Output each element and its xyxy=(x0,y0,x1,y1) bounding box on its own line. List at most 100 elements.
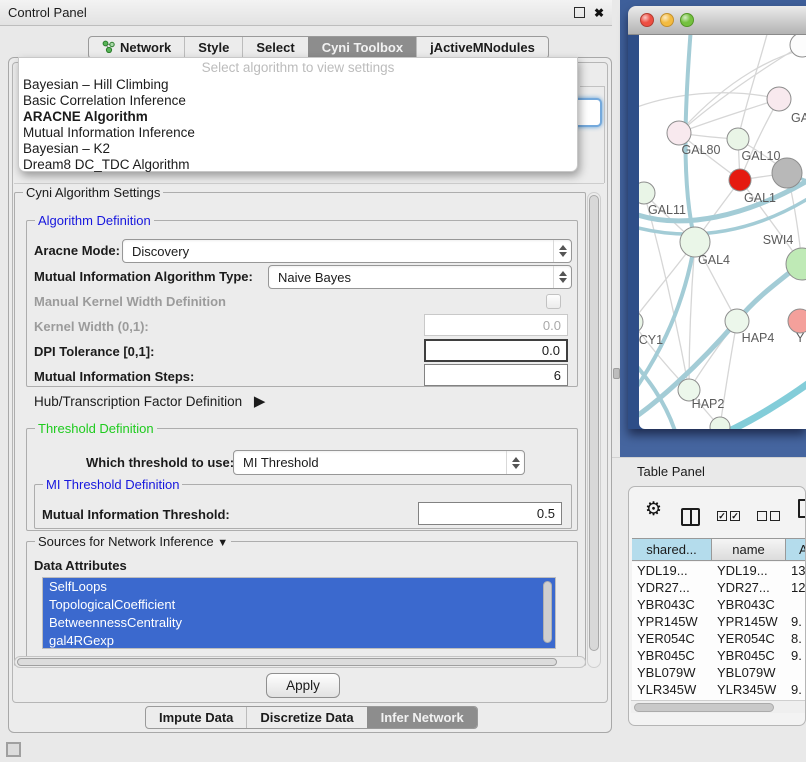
tab-style[interactable]: Style xyxy=(184,37,242,58)
node-label-hap4: HAP4 xyxy=(742,331,775,345)
algorithm-option-mutual-information-inference[interactable]: Mutual Information Inference xyxy=(19,125,577,141)
split-pane-divider-handle[interactable] xyxy=(613,368,620,379)
mi-algorithm-type-value: Naive Bayes xyxy=(278,270,351,285)
apply-button[interactable]: Apply xyxy=(266,673,340,698)
table-row[interactable]: YLR345WYLR345W9. xyxy=(632,681,806,698)
settings-vertical-scrollbar[interactable] xyxy=(587,192,601,668)
tab-label: Discretize Data xyxy=(260,710,353,725)
algorithm-list: Bayesian – Hill ClimbingBasic Correlatio… xyxy=(19,77,577,173)
close-button[interactable] xyxy=(640,13,654,27)
mi-steps-label: Mutual Information Steps: xyxy=(34,369,194,385)
hub-definition-toggle[interactable]: Hub/Transcription Factor Definition ▶ xyxy=(34,394,265,410)
table-cell: 9. xyxy=(786,681,806,698)
deselect-all-checkbox-icon[interactable] xyxy=(770,511,780,521)
tab-jactivemnodules[interactable]: jActiveMNodules xyxy=(416,37,548,58)
node-gal10[interactable] xyxy=(727,128,749,150)
attribute-item-betweennesscentrality[interactable]: BetweennessCentrality xyxy=(43,614,555,632)
network-window-titlebar[interactable] xyxy=(628,6,806,35)
attributes-scrollbar[interactable] xyxy=(543,581,552,643)
close-icon[interactable]: ✖ xyxy=(594,7,604,19)
node-label-y: Y xyxy=(796,331,805,345)
cyni-algorithm-settings-label: Cyni Algorithm Settings xyxy=(23,185,163,200)
table-header: shared...nameA xyxy=(632,538,806,561)
data-attributes-list[interactable]: SelfLoopsTopologicalCoefficientBetweenne… xyxy=(42,577,556,649)
algorithm-option-basic-correlation-inference[interactable]: Basic Correlation Inference xyxy=(19,93,577,109)
manual-kernel-width-checkbox[interactable] xyxy=(546,294,561,309)
control-panel-titlebar: Control Panel ✖ xyxy=(0,0,612,26)
tab-infer-network[interactable]: Infer Network xyxy=(367,707,477,728)
tab-cyni-toolbox[interactable]: Cyni Toolbox xyxy=(308,37,416,58)
column-header-shared[interactable]: shared... xyxy=(632,539,712,560)
table-horizontal-scrollbar[interactable] xyxy=(631,700,805,713)
node-hap4[interactable] xyxy=(725,309,749,333)
column-layout-icon[interactable] xyxy=(681,508,700,526)
mi-threshold-input[interactable]: 0.5 xyxy=(418,502,562,525)
algorithm-dropdown-popup: Select algorithm to view settings Bayesi… xyxy=(18,57,578,172)
table-row[interactable]: YPR145WYPR145W9. xyxy=(632,613,806,630)
dpi-tolerance-label: DPI Tolerance [0,1]: xyxy=(34,344,154,360)
tab-network[interactable]: Network xyxy=(89,37,184,58)
data-attributes-label: Data Attributes xyxy=(34,558,127,574)
table-settings-gear-icon[interactable]: ⚙ xyxy=(645,500,662,519)
tab-select[interactable]: Select xyxy=(242,37,307,58)
mi-steps-input[interactable]: 6 xyxy=(424,364,568,386)
node-gal11[interactable] xyxy=(639,182,655,204)
settings-horizontal-scrollbar[interactable] xyxy=(14,656,586,668)
dpi-tolerance-input[interactable]: 0.0 xyxy=(424,339,568,362)
collapse-down-icon[interactable]: ▼ xyxy=(217,537,228,549)
new-table-icon[interactable] xyxy=(798,499,806,518)
network-canvas[interactable]: GALGAL80GAL10GAL1GAL11GAL4SWI4GCY1HAP4YH… xyxy=(639,35,806,429)
node-gcy1[interactable] xyxy=(639,311,643,333)
minimized-panel-icon[interactable] xyxy=(6,742,21,757)
table-row[interactable]: YBR045CYBR045C9. xyxy=(632,647,806,664)
node-unlabeled[interactable] xyxy=(790,35,806,57)
select-all-checkbox-icon[interactable]: ✓ xyxy=(730,511,740,521)
table-row[interactable]: YBL079WYBL079W xyxy=(632,664,806,681)
which-threshold-value: MI Threshold xyxy=(243,455,319,470)
column-header-name[interactable]: name xyxy=(712,539,786,560)
table-row[interactable]: YER054CYER054C8. xyxy=(632,630,806,647)
which-threshold-select[interactable]: MI Threshold xyxy=(233,450,525,475)
table-row[interactable]: YDL19...YDL19...13 xyxy=(632,562,806,579)
node-label-swi4: SWI4 xyxy=(763,233,794,247)
attribute-item-gal4rgexp[interactable]: gal4RGexp xyxy=(43,632,555,649)
table-cell: YLR345W xyxy=(632,681,712,698)
zoom-button[interactable] xyxy=(680,13,694,27)
node-y[interactable] xyxy=(788,309,806,333)
kernel-width-input[interactable]: 0.0 xyxy=(424,314,568,336)
mi-algorithm-type-select[interactable]: Naive Bayes xyxy=(268,265,572,289)
node-gal80[interactable] xyxy=(667,121,691,145)
tab-label: Style xyxy=(198,40,229,55)
select-all-checkbox-icon[interactable]: ✓ xyxy=(717,511,727,521)
algorithm-option-bayesian-k2[interactable]: Bayesian – K2 xyxy=(19,141,577,157)
tab-label: Network xyxy=(120,40,171,55)
algorithm-option-dream8-dc-tdc-algorithm[interactable]: Dream8 DC_TDC Algorithm xyxy=(19,157,577,173)
node-gal[interactable] xyxy=(767,87,791,111)
mi-threshold-value: 0.5 xyxy=(537,506,555,521)
table-cell: 9. xyxy=(786,613,806,630)
stepper-arrows-icon xyxy=(506,451,524,474)
table-row[interactable]: YDR27...YDR27...12 xyxy=(632,579,806,596)
node-label-hap2: HAP2 xyxy=(692,397,725,411)
attribute-item-topologicalcoefficient[interactable]: TopologicalCoefficient xyxy=(43,596,555,614)
attribute-item-selfloops[interactable]: SelfLoops xyxy=(43,578,555,596)
aracne-mode-select[interactable]: Discovery xyxy=(122,239,572,263)
algorithm-option-aracne-algorithm[interactable]: ARACNE Algorithm xyxy=(19,109,577,125)
deselect-all-checkbox-icon[interactable] xyxy=(757,511,767,521)
table-cell: 13 xyxy=(786,562,806,579)
table-rows: YDL19...YDL19...13YDR27...YDR27...12YBR0… xyxy=(632,562,806,713)
node-unlabeled[interactable] xyxy=(772,158,802,188)
minimize-button[interactable] xyxy=(660,13,674,27)
column-header-a[interactable]: A xyxy=(786,539,806,560)
sources-group-label[interactable]: Sources for Network Inference ▼ xyxy=(35,534,231,549)
tab-discretize-data[interactable]: Discretize Data xyxy=(246,707,366,728)
hidden-group-border xyxy=(580,86,604,87)
kernel-width-value: 0.0 xyxy=(543,318,561,333)
algorithm-option-bayesian-hill-climbing[interactable]: Bayesian – Hill Climbing xyxy=(19,77,577,93)
table-row[interactable]: YBR043CYBR043C xyxy=(632,596,806,613)
node-gal1[interactable] xyxy=(729,169,751,191)
tab-impute-data[interactable]: Impute Data xyxy=(146,707,246,728)
threshold-definition-label: Threshold Definition xyxy=(35,421,157,436)
expand-right-icon[interactable]: ▶ xyxy=(254,393,266,410)
float-window-icon[interactable] xyxy=(574,7,585,18)
